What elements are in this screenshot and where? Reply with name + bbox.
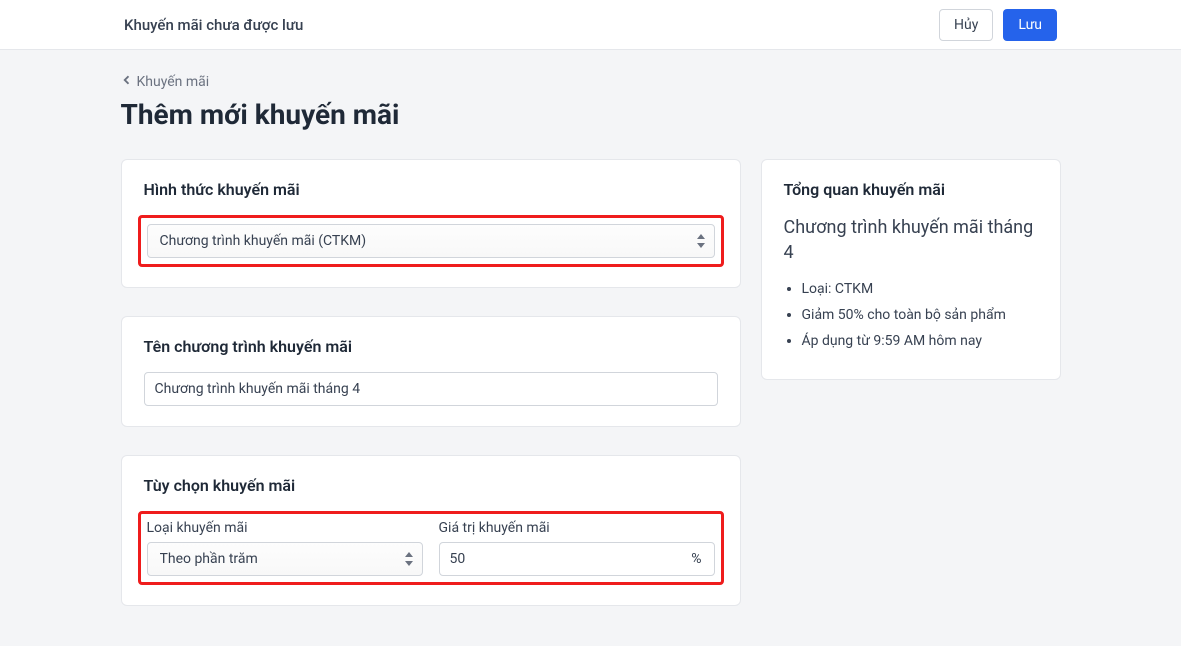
save-button[interactable]: Lưu — [1003, 9, 1057, 41]
discount-type-select[interactable]: Theo phần trăm — [148, 543, 422, 575]
summary-item: Áp dụng từ 9:59 AM hôm nay — [802, 333, 1038, 349]
topbar: Khuyến mãi chưa được lưu Hủy Lưu — [0, 0, 1181, 50]
highlight-box-type: Chương trình khuyến mãi (CTKM) — [138, 215, 724, 267]
promo-name-title: Tên chương trình khuyến mãi — [144, 337, 718, 356]
promo-type-title: Hình thức khuyến mãi — [144, 180, 718, 199]
promo-options-card: Tùy chọn khuyến mãi Loại khuyến mãi Theo… — [121, 455, 741, 606]
promo-name-input[interactable] — [144, 372, 718, 406]
summary-item: Loại: CTKM — [802, 281, 1038, 297]
promo-name-card: Tên chương trình khuyến mãi — [121, 316, 741, 427]
promo-type-select[interactable]: Chương trình khuyến mãi (CTKM) — [148, 225, 714, 257]
highlight-box-options: Loại khuyến mãi Theo phần trăm — [138, 511, 724, 585]
page-title: Thêm mới khuyến mãi — [121, 98, 1061, 131]
chevron-left-icon — [121, 74, 133, 90]
discount-value-field: % — [439, 542, 715, 576]
breadcrumb-label: Khuyến mãi — [137, 74, 210, 90]
topbar-title: Khuyến mãi chưa được lưu — [124, 16, 303, 34]
summary-list: Loại: CTKM Giảm 50% cho toàn bộ sản phẩm… — [784, 281, 1038, 349]
discount-value-label: Giá trị khuyến mãi — [439, 520, 715, 536]
promo-type-card: Hình thức khuyến mãi Chương trình khuyến… — [121, 159, 741, 288]
promo-options-title: Tùy chọn khuyến mãi — [144, 476, 718, 495]
summary-item: Giảm 50% cho toàn bộ sản phẩm — [802, 307, 1038, 323]
cancel-button[interactable]: Hủy — [939, 9, 993, 41]
summary-name: Chương trình khuyến mãi tháng 4 — [784, 215, 1038, 265]
promo-type-select-wrap: Chương trình khuyến mãi (CTKM) — [147, 224, 715, 258]
discount-type-select-wrap: Theo phần trăm — [147, 542, 423, 576]
breadcrumb[interactable]: Khuyến mãi — [121, 74, 210, 90]
discount-value-input[interactable] — [440, 543, 680, 575]
discount-type-label: Loại khuyến mãi — [147, 520, 423, 536]
discount-value-suffix: % — [679, 551, 713, 567]
summary-card: Tổng quan khuyến mãi Chương trình khuyến… — [761, 159, 1061, 380]
topbar-actions: Hủy Lưu — [939, 9, 1057, 41]
summary-title: Tổng quan khuyến mãi — [784, 180, 1038, 199]
